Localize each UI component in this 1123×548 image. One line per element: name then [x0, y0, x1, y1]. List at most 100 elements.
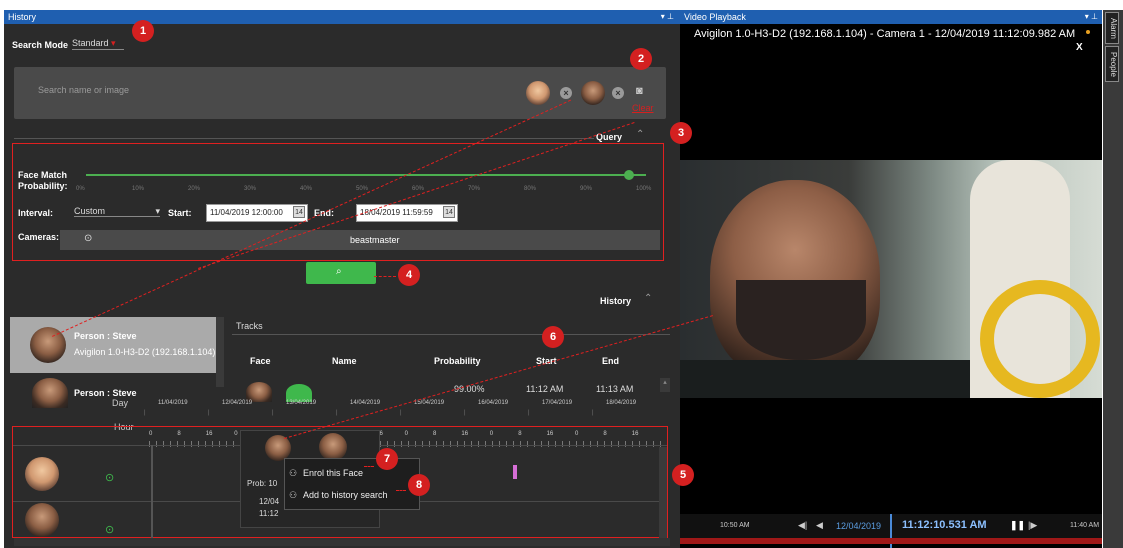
step-back-icon[interactable]: ◀| [798, 520, 807, 531]
probability-tick: 30% [244, 186, 257, 192]
search-box[interactable]: Search name or image × × ◙ Clear [14, 67, 666, 119]
annotation-line [374, 276, 396, 277]
collapse-icon[interactable]: ⌃ [636, 129, 644, 140]
timeline-scrollbar[interactable] [659, 447, 667, 539]
search-face-thumbnail [526, 81, 550, 105]
day-tick: 14/04/2019 [350, 400, 381, 406]
list-item-selected[interactable]: Person : Steve Avigilon 1.0-H3-D2 (192.1… [10, 317, 216, 373]
day-divider: | [336, 410, 338, 416]
probability-tick: 80% [524, 186, 537, 192]
expand-icon[interactable]: ⊙ [84, 233, 92, 244]
annotation-line [364, 466, 374, 467]
time-cursor[interactable] [151, 445, 153, 539]
calendar-icon[interactable]: 14 [293, 206, 305, 218]
menu-item-label: Enrol this Face [303, 468, 364, 478]
end-date-input[interactable]: 18/04/2019 11:59:59 14 [356, 204, 458, 222]
hour-tick: 8 [177, 431, 181, 437]
context-menu: ⚇ Enrol this Face ⚇ Add to history searc… [284, 458, 420, 510]
step-forward-icon[interactable]: |▶ [1028, 520, 1037, 531]
annotation-line [396, 490, 406, 491]
day-divider: | [208, 410, 210, 416]
start-date-input[interactable]: 11/04/2019 12:00:00 14 [206, 204, 308, 222]
column-probability[interactable]: Probability [434, 356, 481, 366]
day-divider: | [400, 410, 402, 416]
tab-people[interactable]: People [1105, 46, 1119, 82]
track-start: 11:12 AM [526, 384, 564, 394]
hour-tick: 16 [631, 431, 639, 437]
hour-tick: 16 [546, 431, 554, 437]
result-person-name: Person : Steve [74, 388, 137, 398]
search-input[interactable]: Search name or image [38, 85, 129, 95]
hour-tick: 16 [461, 431, 469, 437]
day-tick: 18/04/2019 [606, 400, 637, 406]
avatar [25, 503, 59, 537]
time-right: 11:40 AM [1070, 522, 1100, 529]
day-tick: 16/04/2019 [478, 400, 509, 406]
search-button[interactable]: ⌕ [306, 262, 376, 284]
chevron-down-icon: ▾ [111, 38, 116, 48]
pause-icon[interactable]: ❚❚ [1010, 520, 1025, 531]
clear-link[interactable]: Clear [632, 103, 654, 113]
probability-tick: 40% [300, 186, 313, 192]
start-label: Start: [168, 208, 192, 218]
expand-icon[interactable]: ⊙ [105, 523, 114, 536]
calendar-icon[interactable]: 14 [443, 206, 455, 218]
close-video-button[interactable]: X [1076, 42, 1083, 53]
hour-tick: 0 [404, 431, 408, 437]
annotation-badge: 6 [542, 326, 564, 348]
hour-tick: 8 [433, 431, 437, 437]
day-divider: | [528, 410, 530, 416]
play-reverse-icon[interactable]: ◀ [816, 520, 823, 531]
column-name[interactable]: Name [332, 356, 357, 366]
video-frame[interactable] [680, 160, 1102, 398]
beard-shape [736, 280, 866, 360]
pane-menu-icon[interactable]: ▾ ⊥ [1085, 12, 1098, 21]
track-end: 11:13 AM [596, 384, 634, 394]
track-face [246, 382, 272, 402]
hour-tick: 0 [489, 431, 494, 437]
camera-selector[interactable]: ⊙ beastmaster [60, 230, 660, 250]
history-header[interactable]: History [600, 296, 631, 306]
remove-face-icon[interactable]: × [560, 87, 572, 99]
add-to-history-menu-item[interactable]: ⚇ Add to history search [285, 484, 419, 506]
column-face[interactable]: Face [250, 356, 271, 366]
annotation-badge: 4 [398, 264, 420, 286]
status-dot-icon [1086, 30, 1090, 34]
results-scrollbar[interactable] [216, 317, 224, 387]
annotation-badge: 1 [132, 20, 154, 42]
camera-icon[interactable]: ◙ [636, 85, 643, 97]
interval-select[interactable]: Custom ▾ [74, 206, 160, 217]
day-divider: | [272, 410, 274, 416]
horizontal-scrollbar[interactable] [14, 538, 670, 546]
pane-menu-icon[interactable]: ▾ ⊥ [661, 12, 674, 21]
hour-axis: 081608160816081608160816 [149, 431, 661, 451]
probability-ticks: 0% 10% 20% 30% 40% 50% 60% 70% 80% 90% 100% [76, 186, 656, 196]
day-divider: | [144, 410, 146, 416]
time-left: 10:50 AM [720, 522, 750, 529]
playback-timeline[interactable] [680, 538, 1102, 544]
tab-alarm[interactable]: Alarm [1105, 12, 1119, 44]
list-item[interactable]: Person : Steve [10, 378, 216, 408]
enrol-face-menu-item[interactable]: ⚇ Enrol this Face [285, 462, 419, 484]
scroll-up-icon[interactable]: ▴ [660, 378, 670, 392]
playback-controls: 10:50 AM ◀| ◀ 12/04/2019 11:12:10.531 AM… [680, 514, 1102, 548]
search-face-thumbnail [581, 81, 605, 105]
day-label: Day [112, 398, 129, 408]
logo-shape [980, 280, 1100, 398]
start-date-value: 11/04/2019 12:00:00 [210, 208, 283, 217]
day-tick: 17/04/2019 [542, 400, 573, 406]
cameras-label: Cameras: [18, 232, 60, 242]
day-tick: 12/04/2019 [222, 400, 253, 406]
search-mode-select[interactable]: Standard ▾ [72, 38, 124, 50]
remove-face-icon[interactable]: × [612, 87, 624, 99]
track-marker[interactable] [513, 465, 517, 479]
probability-slider[interactable] [86, 170, 646, 180]
column-end[interactable]: End [602, 356, 619, 366]
playback-date[interactable]: 12/04/2019 [836, 521, 881, 531]
hour-tick: 16 [205, 431, 213, 437]
expand-icon[interactable]: ⊙ [105, 471, 114, 484]
divider [232, 334, 670, 335]
chevron-down-icon: ▾ [155, 206, 160, 216]
divider [14, 138, 594, 139]
collapse-icon[interactable]: ⌃ [644, 293, 652, 304]
